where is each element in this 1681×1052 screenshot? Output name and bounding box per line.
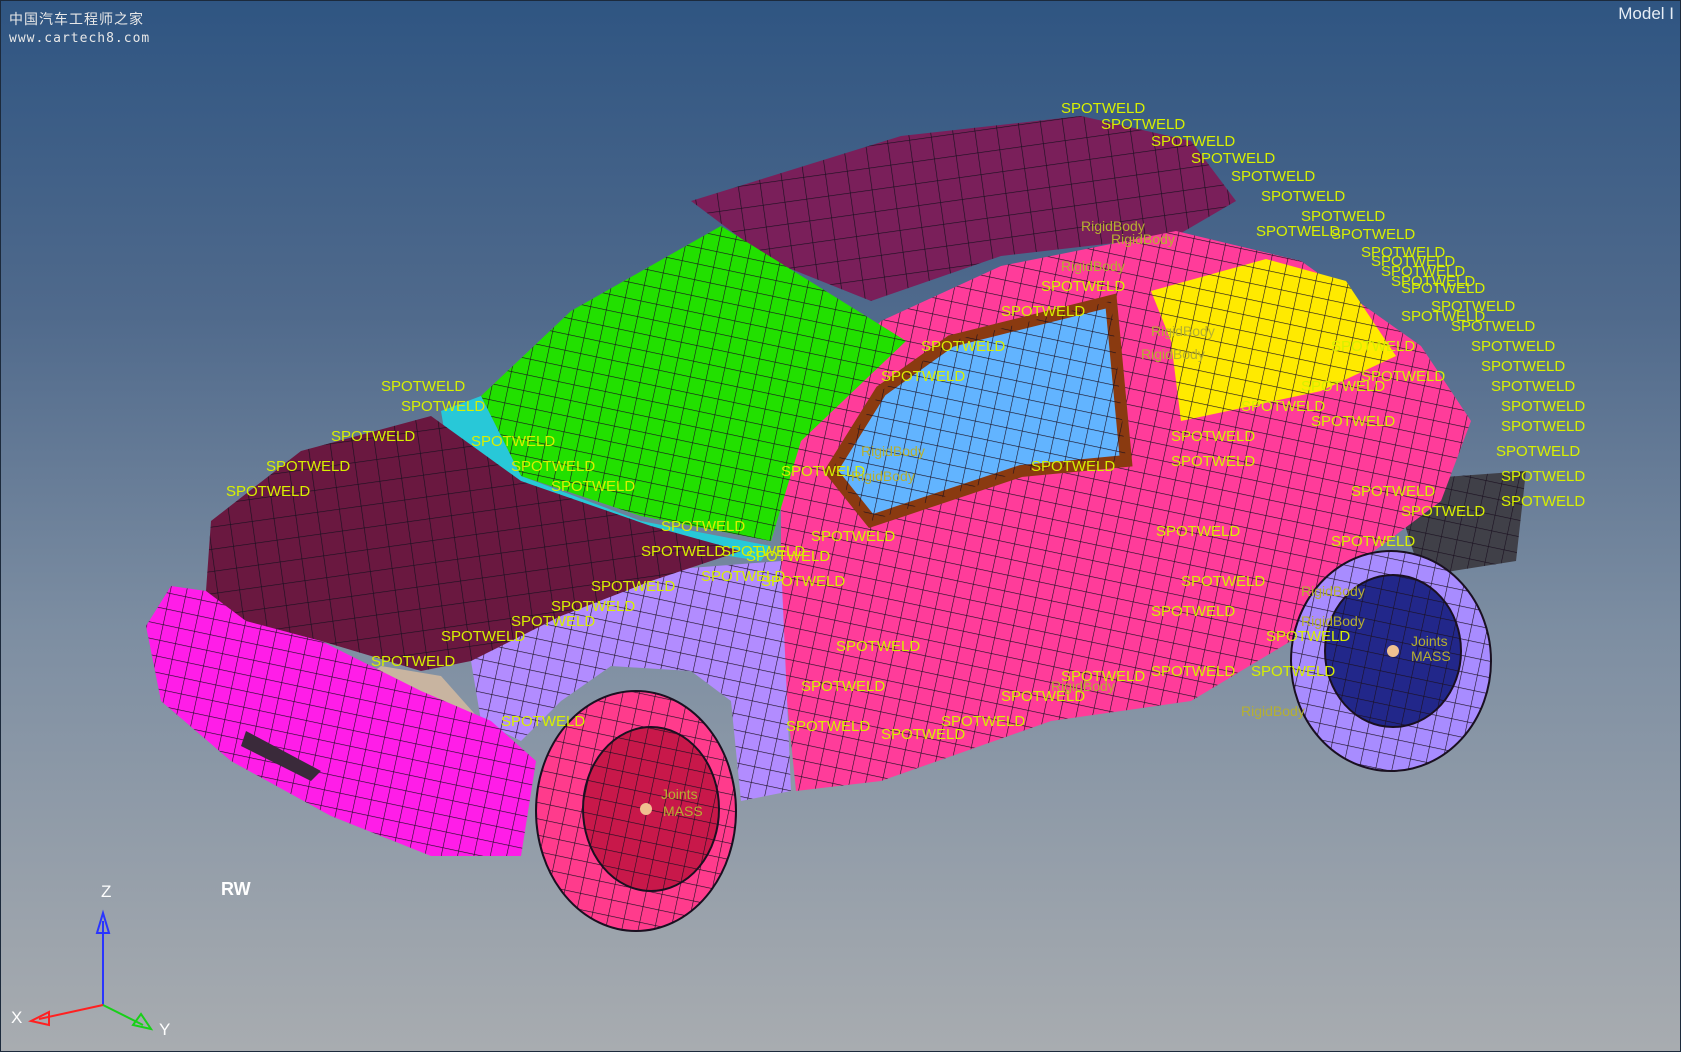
spotweld-label: SPOTWELD (1031, 458, 1115, 475)
spotweld-label: SPOTWELD (1151, 603, 1235, 620)
spotweld-label: SPOTWELD (1191, 150, 1275, 167)
spotweld-label: SPOTWELD (661, 518, 745, 535)
spotweld-label: SPOTWELD (1401, 308, 1485, 325)
x-axis-label: X (11, 1008, 22, 1027)
spotweld-label: SPOTWELD (1501, 468, 1585, 485)
spotweld-label: SPOTWELD (1401, 503, 1485, 520)
spotweld-label: SPOTWELD (401, 398, 485, 415)
spotweld-label: SPOTWELD (1266, 628, 1350, 645)
spotweld-label: SPOTWELD (471, 433, 555, 450)
spotweld-label: SPOTWELD (1331, 226, 1415, 243)
car-mesh-model[interactable]: SPOTWELDSPOTWELDSPOTWELDSPOTWELDSPOTWELD… (1, 1, 1681, 1052)
spotweld-label: SPOTWELD (1371, 253, 1455, 270)
axis-triad[interactable]: Z X Y (11, 882, 170, 1039)
spotweld-label: SPOTWELD (1181, 573, 1265, 590)
spotweld-label: SPOTWELD (1256, 223, 1340, 240)
spotweld-label: SPOTWELD (1471, 338, 1555, 355)
spotweld-label: SPOTWELD (1501, 418, 1585, 435)
rigid-body-label: RigidBody (861, 443, 925, 459)
rigid-body-label: RigidBody (1301, 583, 1365, 599)
spotweld-label: SPOTWELD (591, 578, 675, 595)
spotweld-label: SPOTWELD (881, 726, 965, 743)
spotweld-label: SPOTWELD (1241, 398, 1325, 415)
spotweld-label: SPOTWELD (1151, 133, 1235, 150)
spotweld-label: SPOTWELD (881, 368, 965, 385)
rigid-wall-marker: RW (221, 879, 251, 899)
spotweld-label: SPOTWELD (1501, 398, 1585, 415)
rigid-body-label: RigidBody (1141, 346, 1205, 362)
spotweld-label: SPOTWELD (1041, 278, 1125, 295)
spotweld-label: SPOTWELD (801, 678, 885, 695)
y-axis-arrow (131, 1012, 154, 1031)
spotweld-label: SPOTWELD (1301, 378, 1385, 395)
mass-label: MASS (1411, 648, 1451, 664)
spotweld-label: SPOTWELD (1491, 378, 1575, 395)
spotweld-label: SPOTWELD (331, 428, 415, 445)
spotweld-label: SPOTWELD (1171, 428, 1255, 445)
joints-label: Joints (1411, 633, 1448, 649)
spotweld-label: SPOTWELD (1331, 338, 1415, 355)
mass-label: MASS (663, 803, 703, 819)
spotweld-label: SPOTWELD (511, 458, 595, 475)
spotweld-label: SPOTWELD (1261, 188, 1345, 205)
spotweld-label: SPOTWELD (371, 653, 455, 670)
spotweld-label: SPOTWELD (811, 528, 895, 545)
spotweld-label: SPOTWELD (1171, 453, 1255, 470)
spotweld-label: SPOTWELD (721, 543, 805, 560)
joints-label: Joints (661, 786, 698, 802)
rigid-body-label: RigidBody (1081, 218, 1145, 234)
rigid-body-label: RigidBody (1061, 258, 1125, 274)
spotweld-label: SPOTWELD (501, 713, 585, 730)
spotweld-label: SPOTWELD (786, 718, 870, 735)
graphics-viewport[interactable]: 中国汽车工程师之家 www.cartech8.com Model I SPOTW… (0, 0, 1681, 1052)
spotweld-label: SPOTWELD (1331, 533, 1415, 550)
spotweld-label: SPOTWELD (551, 478, 635, 495)
spotweld-label: SPOTWELD (1231, 168, 1315, 185)
spotweld-label: SPOTWELD (266, 458, 350, 475)
spotweld-label: SPOTWELD (1501, 493, 1585, 510)
rigid-body-label: RigidBody (1151, 323, 1215, 339)
spotweld-label: SPOTWELD (701, 568, 785, 585)
rigid-body-label: RigidBody (1051, 678, 1115, 694)
spotweld-label: SPOTWELD (1496, 443, 1580, 460)
rigid-body-label: RigidBody (1301, 613, 1365, 629)
spotweld-label: SPOTWELD (441, 628, 525, 645)
spotweld-label: SPOTWELD (226, 483, 310, 500)
spotweld-label: SPOTWELD (1156, 523, 1240, 540)
spotweld-label: SPOTWELD (1101, 116, 1185, 133)
rigid-body-label: RigidBody (851, 468, 915, 484)
y-axis-line (102, 1004, 144, 1026)
spotweld-label: SPOTWELD (1351, 483, 1435, 500)
spotweld-label: SPOTWELD (1251, 663, 1335, 680)
spotweld-label: SPOTWELD (1001, 303, 1085, 320)
rigid-body-label: RigidBody (1241, 703, 1305, 719)
spotweld-label: SPOTWELD (381, 378, 465, 395)
spotweld-label: SPOTWELD (1481, 358, 1565, 375)
spotweld-label: SPOTWELD (921, 338, 1005, 355)
z-axis-label: Z (101, 882, 111, 901)
spotweld-label: SPOTWELD (1061, 100, 1145, 117)
spotweld-label: SPOTWELD (1151, 663, 1235, 680)
spotweld-label: SPOTWELD (836, 638, 920, 655)
y-axis-label: Y (159, 1020, 170, 1039)
spotweld-label: SPOTWELD (1311, 413, 1395, 430)
spotweld-label: SPOTWELD (1391, 273, 1475, 290)
spotweld-label: SPOTWELD (641, 543, 725, 560)
